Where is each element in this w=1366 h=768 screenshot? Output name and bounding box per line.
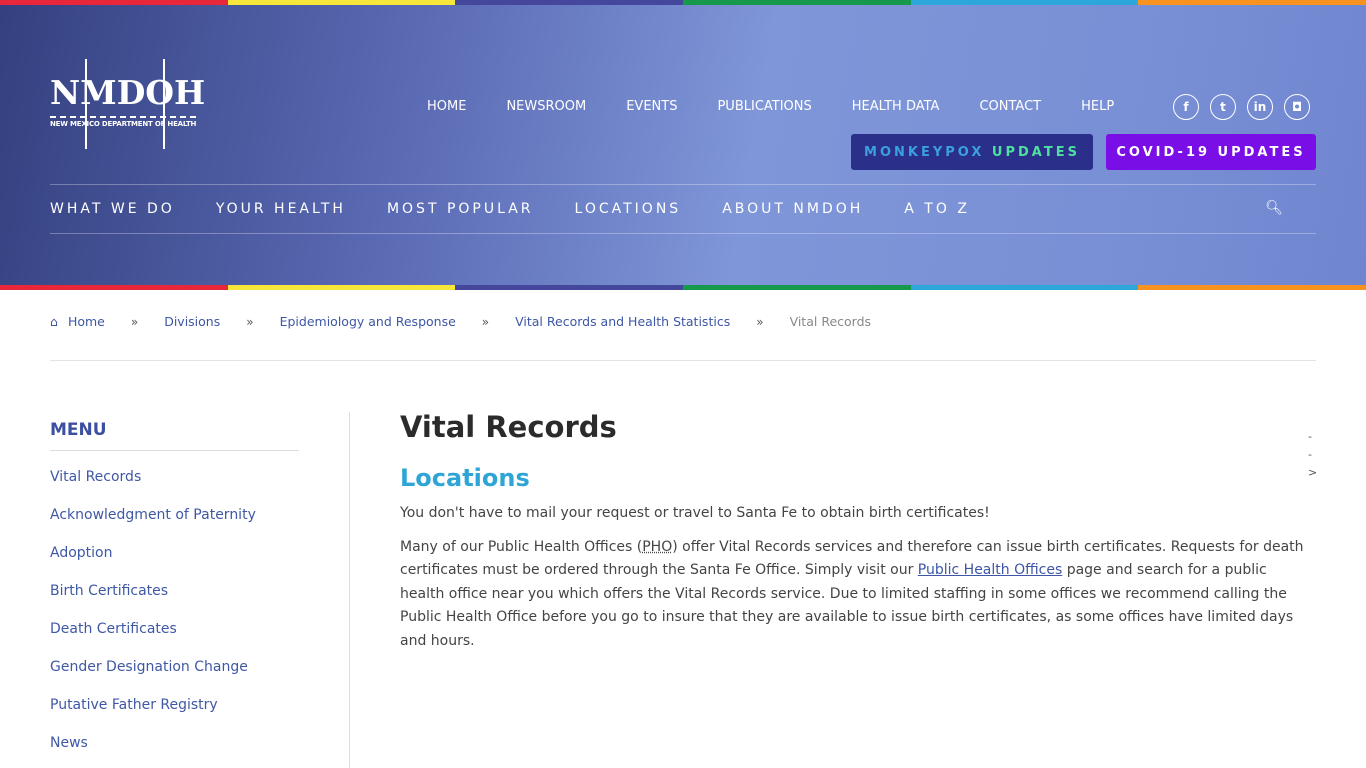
rainbow-bar-bottom [0,285,1366,290]
logo-title: NMDOH [50,73,206,112]
mark: - [1308,430,1312,443]
linkedin-icon[interactable]: in [1247,94,1273,120]
nav-a-to-z[interactable]: A TO Z [904,201,970,217]
topnav-events[interactable]: EVENTS [626,99,677,114]
sidebar-item[interactable]: Acknowledgment of Paternity [50,507,299,527]
nav-about[interactable]: ABOUT NMDOH [722,201,863,217]
breadcrumb-home[interactable]: Home [68,314,105,329]
top-nav: HOME NEWSROOM EVENTS PUBLICATIONS HEALTH… [427,99,1114,114]
monkeypox-label: MONKEYPOX [864,144,985,160]
public-health-offices-link[interactable]: Public Health Offices [918,562,1062,578]
twitter-icon[interactable]: t [1210,94,1236,120]
sidebar-menu: MENU Vital Records Acknowledgment of Pat… [50,420,299,755]
instagram-icon[interactable]: ◘ [1284,94,1310,120]
search-icon[interactable]: 🔍︎ [1265,200,1286,216]
side-marks: - - > [1308,428,1317,482]
mark: - [1308,448,1312,461]
breadcrumb-divisions[interactable]: Divisions [164,314,220,329]
facebook-icon[interactable]: f [1173,94,1199,120]
nav-your-health[interactable]: YOUR HEALTH [216,201,346,217]
nav-most-popular[interactable]: MOST POPULAR [387,201,534,217]
pho-abbr: PHO [642,538,673,555]
sidebar-title: MENU [50,420,299,451]
divider [50,360,1316,361]
home-icon[interactable]: ⌂ [50,314,58,329]
site-header: NMDOH NEW MEXICO DEPARTMENT OF HEALTH HO… [0,5,1366,285]
text: Many of our Public Health Offices ( [400,538,643,555]
breadcrumb: ⌂ Home» Divisions» Epidemiology and Resp… [50,314,872,329]
sidebar-item[interactable]: Vital Records [50,469,299,489]
topnav-home[interactable]: HOME [427,99,466,114]
intro-paragraph: You don't have to mail your request or t… [400,505,990,521]
sidebar-item[interactable]: Putative Father Registry [50,697,299,717]
sidebar-item[interactable]: News [50,735,299,755]
column-divider [349,412,350,768]
nmdoh-logo[interactable]: NMDOH NEW MEXICO DEPARTMENT OF HEALTH [50,55,206,151]
breadcrumb-current: Vital Records [789,314,872,329]
topnav-help[interactable]: HELP [1081,99,1114,114]
sidebar-item[interactable]: Gender Designation Change [50,659,299,679]
nav-locations[interactable]: LOCATIONS [575,201,682,217]
topnav-newsroom[interactable]: NEWSROOM [506,99,586,114]
covid-updates-button[interactable]: COVID-19 UPDATES [1106,134,1316,170]
social-links: f t in ◘ [1173,94,1310,120]
monkeypox-updates-button[interactable]: MONKEYPOX UPDATES [851,134,1093,170]
topnav-health-data[interactable]: HEALTH DATA [852,99,940,114]
mark: > [1308,466,1318,479]
main-nav: WHAT WE DO YOUR HEALTH MOST POPULAR LOCA… [50,184,1316,234]
sidebar-item[interactable]: Death Certificates [50,621,299,641]
sidebar-item[interactable]: Birth Certificates [50,583,299,603]
breadcrumb-vital-stats[interactable]: Vital Records and Health Statistics [515,314,730,329]
logo-subtitle: NEW MEXICO DEPARTMENT OF HEALTH [50,116,196,128]
topnav-publications[interactable]: PUBLICATIONS [717,99,811,114]
breadcrumb-epidemiology[interactable]: Epidemiology and Response [280,314,456,329]
nav-what-we-do[interactable]: WHAT WE DO [50,201,175,217]
updates-label: UPDATES [991,144,1080,160]
main-content: Vital Records Locations You don't have t… [400,410,1310,653]
body-paragraph: Many of our Public Health Offices (PHO) … [400,536,1310,654]
page-title: Vital Records [400,410,617,444]
section-title: Locations [400,464,530,492]
topnav-contact[interactable]: CONTACT [979,99,1041,114]
sidebar-item[interactable]: Adoption [50,545,299,565]
